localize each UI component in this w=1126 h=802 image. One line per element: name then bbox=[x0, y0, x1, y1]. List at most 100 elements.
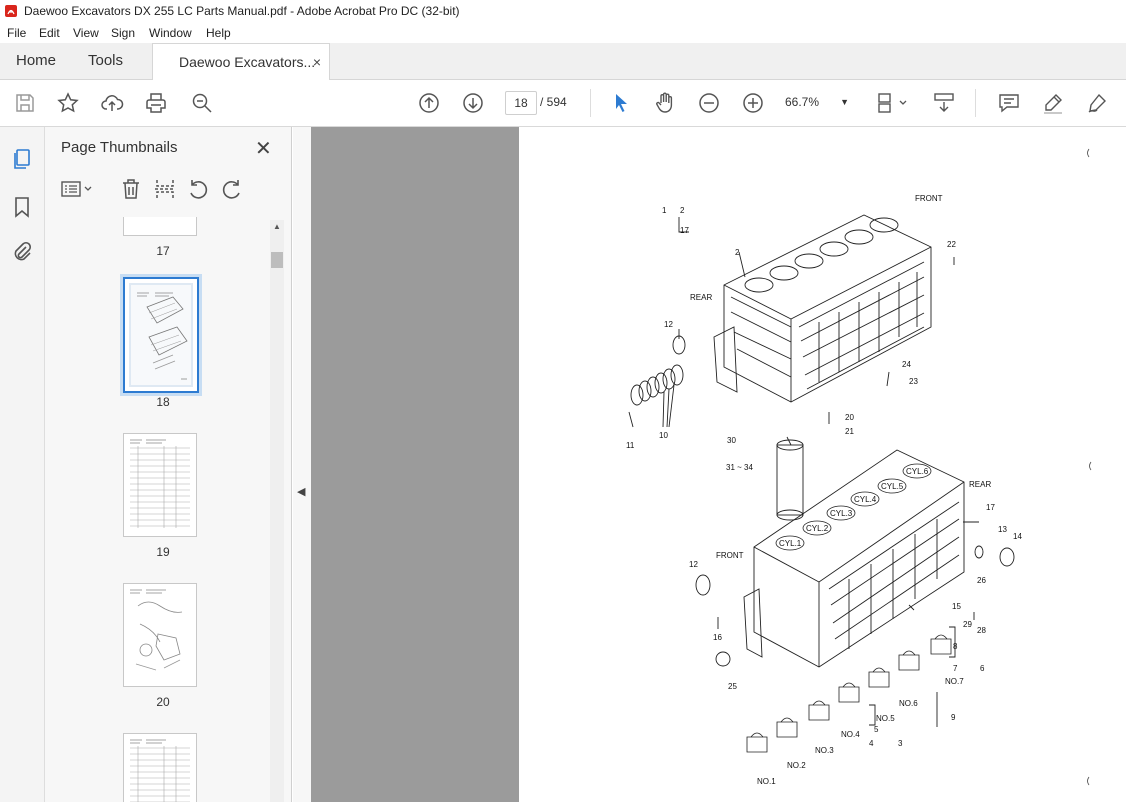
upload-cloud-icon[interactable] bbox=[100, 91, 124, 115]
thumbnail-preview bbox=[130, 589, 183, 671]
callout-label: NO.1 bbox=[757, 777, 776, 786]
callout-label: NO.6 bbox=[899, 699, 918, 708]
rotate-clockwise-icon[interactable] bbox=[220, 177, 244, 201]
thumbnail-list: 17 18 19 20 bbox=[57, 217, 269, 802]
callout-label: 8 bbox=[953, 642, 958, 651]
previous-page-icon[interactable] bbox=[417, 91, 441, 115]
title-bar: Daewoo Excavators DX 255 LC Parts Manual… bbox=[0, 0, 1126, 24]
callout-label: 9 bbox=[951, 713, 956, 722]
sign-pen-icon[interactable] bbox=[1085, 91, 1109, 115]
page-thumbnails-icon[interactable] bbox=[10, 147, 34, 171]
zoom-level-select[interactable]: 66.7% ▼ bbox=[785, 91, 855, 113]
callout-label: NO.5 bbox=[876, 714, 895, 723]
callout-label: 10 bbox=[659, 431, 668, 440]
menu-sign[interactable]: Sign bbox=[111, 26, 135, 40]
callout-label: 31 ~ 34 bbox=[726, 463, 753, 472]
callout-label: 26 bbox=[977, 576, 986, 585]
toolbar-divider bbox=[590, 89, 591, 117]
left-navigation-rail bbox=[0, 127, 45, 802]
scrollbar-thumb[interactable] bbox=[271, 252, 283, 268]
callout-label: NO.7 bbox=[945, 677, 964, 686]
bookmark-star-icon[interactable] bbox=[56, 91, 80, 115]
panel-close-icon[interactable]: ✕ bbox=[255, 136, 272, 161]
main-toolbar: 18 / 594 66.7% ▼ bbox=[0, 80, 1126, 127]
callout-label: 11 bbox=[626, 441, 635, 450]
attachments-paperclip-icon[interactable] bbox=[10, 240, 34, 264]
thumbnail-page-18[interactable] bbox=[123, 277, 199, 393]
comment-icon[interactable] bbox=[997, 91, 1021, 115]
callout-label: 2 bbox=[735, 248, 740, 257]
thumbnail-page-21[interactable] bbox=[123, 733, 197, 802]
menu-window[interactable]: Window bbox=[149, 26, 192, 40]
callout-label: 21 bbox=[845, 427, 854, 436]
zoom-out-icon[interactable] bbox=[697, 91, 721, 115]
callout-label: 29 bbox=[963, 620, 972, 629]
toolbar-divider bbox=[975, 89, 976, 117]
tab-document[interactable]: Daewoo Excavators... × bbox=[152, 43, 330, 80]
document-viewer-background bbox=[311, 127, 519, 802]
cylinder-label: CYL.2 bbox=[806, 524, 829, 533]
zoom-search-icon[interactable] bbox=[190, 91, 214, 115]
collapse-panel-icon: ◀ bbox=[297, 486, 306, 498]
thumbnail-preview bbox=[129, 283, 193, 387]
callout-label: 22 bbox=[947, 240, 956, 249]
callout-label: 17 bbox=[680, 226, 689, 235]
thumbnail-page-20[interactable] bbox=[123, 583, 197, 687]
thumbnail-label: 19 bbox=[156, 545, 170, 559]
tab-home[interactable]: Home bbox=[16, 43, 56, 79]
scroll-mode-icon[interactable] bbox=[932, 91, 956, 115]
callout-label: 25 bbox=[728, 682, 737, 691]
callout-label: 15 bbox=[952, 602, 961, 611]
save-icon[interactable] bbox=[13, 91, 37, 115]
document-page[interactable]: 1 2 17 FRONT 22 2 REAR 12 24 23 20 21 11… bbox=[519, 127, 1126, 802]
thumbnail-label: 17 bbox=[156, 244, 170, 258]
engine-block-diagram: 1 2 17 FRONT 22 2 REAR 12 24 23 20 21 11… bbox=[626, 148, 1092, 786]
callout-label: 24 bbox=[902, 360, 911, 369]
page-number-input[interactable]: 18 bbox=[505, 91, 537, 115]
panel-collapse-handle[interactable]: ◀ bbox=[293, 127, 311, 802]
page-thumbnails-panel: Page Thumbnails ✕ 17 18 19 20 bbox=[45, 127, 292, 802]
thumbnail-preview bbox=[130, 739, 190, 802]
delete-page-icon[interactable] bbox=[119, 177, 143, 201]
highlight-pen-icon[interactable] bbox=[1041, 91, 1065, 115]
rotate-counterclockwise-icon[interactable] bbox=[186, 177, 210, 201]
zoom-in-icon[interactable] bbox=[741, 91, 765, 115]
hand-tool-icon[interactable] bbox=[653, 91, 677, 115]
extract-pages-icon[interactable] bbox=[153, 177, 177, 201]
callout-label: 13 bbox=[998, 525, 1007, 534]
chevron-down-icon: ▼ bbox=[840, 97, 849, 107]
bookmarks-icon[interactable] bbox=[10, 195, 34, 219]
select-cursor-icon[interactable] bbox=[609, 91, 633, 115]
thumbnail-options-icon[interactable] bbox=[59, 177, 95, 201]
print-icon[interactable] bbox=[144, 91, 168, 115]
thumbnail-page-17[interactable] bbox=[123, 217, 197, 236]
menu-edit[interactable]: Edit bbox=[39, 26, 60, 40]
thumbnail-scrollbar[interactable]: ▲ bbox=[270, 220, 284, 802]
callout-label: NO.4 bbox=[841, 730, 860, 739]
callout-label: 12 bbox=[689, 560, 698, 569]
next-page-icon[interactable] bbox=[461, 91, 485, 115]
cylinder-label: CYL.4 bbox=[854, 495, 877, 504]
callout-label: 20 bbox=[845, 413, 854, 422]
thumbnail-page-19[interactable] bbox=[123, 433, 197, 537]
menu-file[interactable]: File bbox=[7, 26, 26, 40]
tab-close-icon[interactable]: × bbox=[313, 44, 321, 80]
menu-view[interactable]: View bbox=[73, 26, 99, 40]
menu-help[interactable]: Help bbox=[206, 26, 231, 40]
thumbnail-preview bbox=[130, 439, 190, 528]
cylinder-label: CYL.6 bbox=[906, 467, 929, 476]
upper-cylinder-block-drawing bbox=[628, 214, 955, 428]
scroll-up-icon[interactable]: ▲ bbox=[273, 222, 281, 231]
callout-label: 16 bbox=[713, 633, 722, 642]
menu-bar: File Edit View Sign Window Help bbox=[0, 24, 1126, 43]
callout-label: 4 bbox=[869, 739, 874, 748]
thumbnail-label: 20 bbox=[156, 695, 170, 709]
callout-label: REAR bbox=[690, 293, 712, 302]
callout-label: 17 bbox=[986, 503, 995, 512]
cylinder-label: CYL.1 bbox=[779, 539, 802, 548]
zoom-level-value: 66.7% bbox=[785, 95, 820, 109]
page-fit-icon[interactable] bbox=[876, 91, 910, 115]
lower-cylinder-block-drawing bbox=[695, 436, 1015, 753]
callout-label: 23 bbox=[909, 377, 918, 386]
tab-tools[interactable]: Tools bbox=[88, 43, 123, 79]
